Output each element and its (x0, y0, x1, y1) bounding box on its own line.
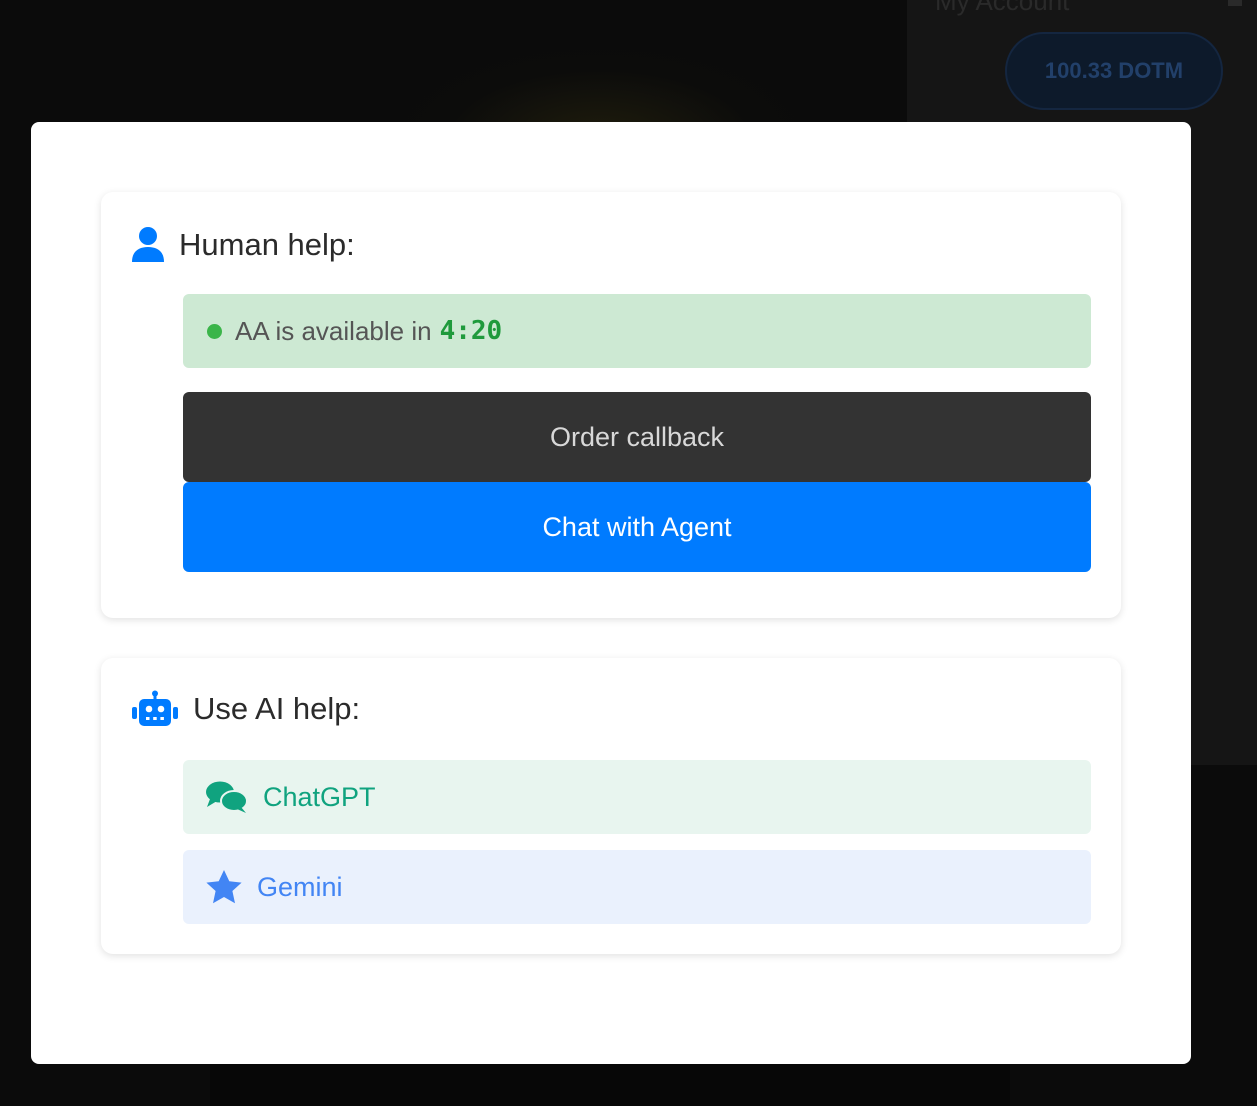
ai-help-title: Use AI help: (193, 691, 361, 726)
background-menu-icon (1228, 0, 1242, 6)
human-help-card: Human help: AA is available in 4:20 Orde… (101, 192, 1121, 618)
background-balance-badge: 100.33 DOTM (1005, 32, 1223, 110)
availability-text: AA is available in (235, 315, 432, 346)
chat-with-agent-button[interactable]: Chat with Agent (183, 482, 1091, 572)
star-icon (205, 869, 243, 905)
status-dot-icon (207, 323, 222, 339)
background-account-title: My Account (935, 0, 1070, 16)
availability-timer: 4:20 (439, 316, 503, 346)
robot-icon (131, 690, 179, 728)
chatgpt-option[interactable]: ChatGPT (183, 760, 1091, 834)
gemini-label: Gemini (257, 871, 343, 902)
ai-help-card: Use AI help: ChatGPT Gemini (101, 658, 1121, 954)
background-bottom-block (210, 1064, 1010, 1106)
human-help-title: Human help: (179, 227, 355, 262)
human-help-header: Human help: (131, 226, 355, 264)
help-modal: Human help: AA is available in 4:20 Orde… (31, 122, 1191, 1064)
user-icon (131, 226, 165, 264)
ai-help-header: Use AI help: (131, 690, 360, 728)
agent-availability-status: AA is available in 4:20 (183, 294, 1091, 368)
chatgpt-label: ChatGPT (263, 781, 376, 812)
comments-icon (205, 780, 249, 814)
gemini-option[interactable]: Gemini (183, 850, 1091, 924)
order-callback-button[interactable]: Order callback (183, 392, 1091, 482)
